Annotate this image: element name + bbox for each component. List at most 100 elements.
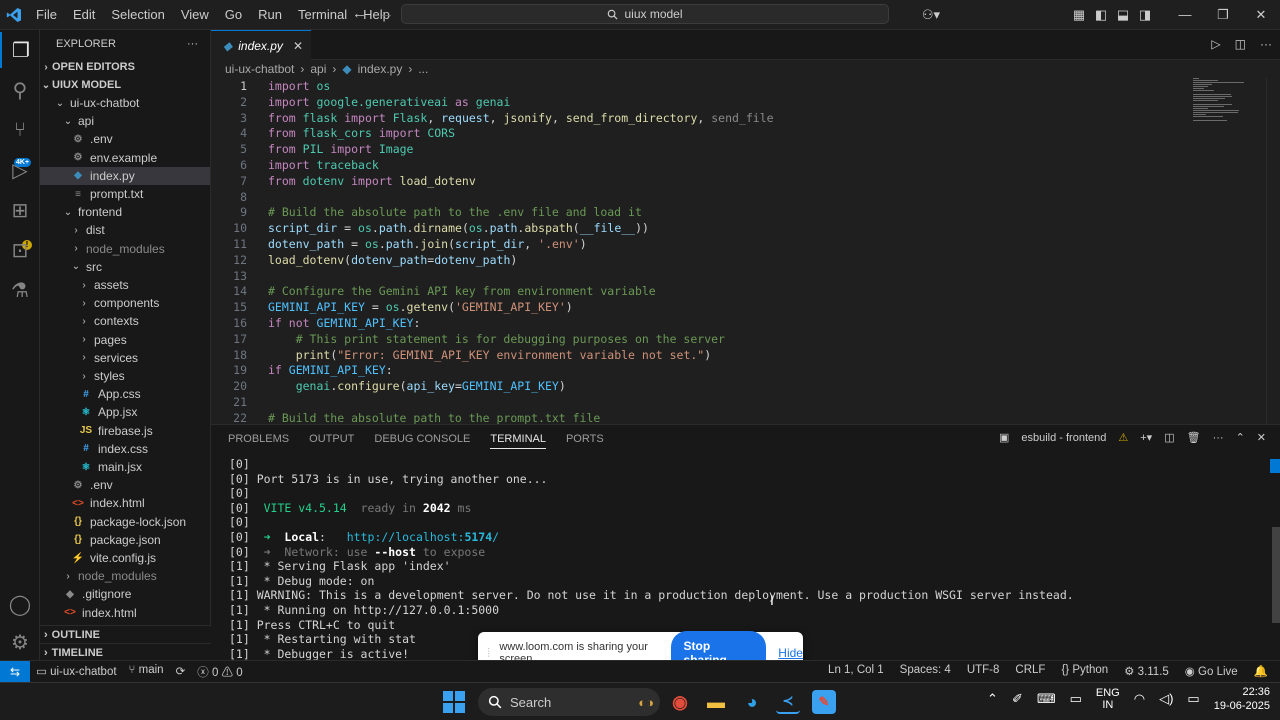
- tree-folder[interactable]: › pages: [40, 331, 210, 349]
- tree-folder[interactable]: › styles: [40, 367, 210, 385]
- toggle-panel-icon[interactable]: ⬓: [1112, 7, 1134, 23]
- tree-file[interactable]: ⚡ vite.config.js: [40, 549, 210, 567]
- panel-more-icon[interactable]: ···: [1213, 432, 1224, 444]
- toggle-secondary-sidebar-icon[interactable]: ◨: [1134, 7, 1156, 23]
- tab-index-py[interactable]: ◆ index.py ✕: [211, 30, 311, 60]
- run-debug-icon[interactable]: ▷: [0, 152, 40, 188]
- terminal-name[interactable]: esbuild - frontend: [1021, 432, 1106, 444]
- maximize-panel-icon[interactable]: ⌃: [1236, 431, 1245, 444]
- windows-start-icon[interactable]: [443, 691, 465, 713]
- menu-file[interactable]: File: [28, 7, 65, 22]
- restore-icon[interactable]: ❐: [1204, 7, 1242, 23]
- source-control-icon[interactable]: ⑂: [0, 112, 40, 148]
- python-interpreter[interactable]: ⚙ 3.11.5: [1124, 664, 1169, 678]
- extensions-icon[interactable]: ⊞: [0, 192, 40, 228]
- menu-edit[interactable]: Edit: [65, 7, 103, 22]
- tab-ports[interactable]: PORTS: [566, 433, 604, 445]
- tab-terminal[interactable]: TERMINAL: [490, 433, 546, 449]
- testing-icon[interactable]: ⚗: [0, 272, 40, 308]
- edge-icon[interactable]: ◕: [740, 690, 764, 714]
- tree-folder[interactable]: › node_modules: [40, 567, 210, 585]
- tree-file[interactable]: JS firebase.js: [40, 422, 210, 440]
- toggle-sidebar-icon[interactable]: ◧: [1090, 7, 1112, 23]
- terminal-scrollbar[interactable]: [1270, 459, 1280, 659]
- menu-terminal[interactable]: Terminal: [290, 7, 355, 22]
- tree-folder[interactable]: ⌄ api: [40, 112, 210, 130]
- tree-file[interactable]: {} package-lock.json: [40, 513, 210, 531]
- customize-layout-icon[interactable]: ▦: [1068, 7, 1090, 23]
- menu-run[interactable]: Run: [250, 7, 290, 22]
- taskbar-search[interactable]: Search ◐◑: [478, 688, 660, 716]
- tree-file[interactable]: # App.css: [40, 385, 210, 403]
- volume-icon[interactable]: ◁): [1159, 691, 1173, 707]
- problems-indicator[interactable]: ⓧ 0 ⚠ 0: [197, 664, 242, 680]
- search-icon[interactable]: ⚲: [0, 72, 40, 108]
- tree-file[interactable]: ⚛ App.jsx: [40, 403, 210, 421]
- remote-explorer-icon[interactable]: ⊡: [0, 232, 40, 268]
- sync-icon[interactable]: ⟳: [176, 664, 186, 680]
- branch-indicator[interactable]: ⑂ main: [129, 664, 164, 680]
- tab-output[interactable]: OUTPUT: [309, 433, 354, 445]
- editor-more-icon[interactable]: ···: [1260, 37, 1272, 51]
- command-center-search[interactable]: uiux model: [401, 4, 889, 24]
- close-window-icon[interactable]: ✕: [1242, 7, 1280, 23]
- tree-file[interactable]: ⚛ main.jsx: [40, 458, 210, 476]
- tree-file[interactable]: ◆ .gitignore: [40, 585, 210, 603]
- split-editor-icon[interactable]: ◫: [1235, 37, 1246, 51]
- hide-button[interactable]: Hide: [778, 646, 803, 660]
- pen-icon[interactable]: ✐: [1012, 691, 1023, 707]
- timeline-section[interactable]: › TIMELINE: [40, 643, 211, 661]
- tree-folder[interactable]: › components: [40, 294, 210, 312]
- language-mode[interactable]: {} Python: [1061, 664, 1108, 678]
- more-actions-icon[interactable]: ···: [187, 38, 198, 50]
- tree-folder[interactable]: › services: [40, 349, 210, 367]
- encoding[interactable]: UTF-8: [967, 664, 1000, 678]
- battery-icon[interactable]: ▭: [1187, 691, 1199, 707]
- tree-file[interactable]: ⚙ .env: [40, 130, 210, 148]
- keyboard-icon[interactable]: ⌨: [1037, 691, 1056, 707]
- tree-folder[interactable]: › dist: [40, 221, 210, 239]
- minimize-icon[interactable]: —: [1166, 7, 1204, 23]
- taskbar-app-icon[interactable]: ▭: [1070, 691, 1082, 707]
- tree-file[interactable]: <> index.html: [40, 604, 210, 622]
- split-terminal-icon[interactable]: ◫: [1164, 431, 1174, 444]
- explorer-icon[interactable]: ❐: [0, 32, 40, 68]
- menu-go[interactable]: Go: [217, 7, 250, 22]
- indentation[interactable]: Spaces: 4: [900, 664, 951, 678]
- kill-terminal-icon[interactable]: 🗑: [1187, 431, 1201, 444]
- close-tab-icon[interactable]: ✕: [293, 39, 303, 53]
- open-editors-section[interactable]: › OPEN EDITORS: [40, 58, 210, 76]
- show-hidden-icons-icon[interactable]: ⌃: [987, 691, 998, 707]
- remote-indicator-icon[interactable]: ⇆: [0, 660, 30, 683]
- tree-file[interactable]: ≡ prompt.txt: [40, 185, 210, 203]
- tree-file[interactable]: {} package.json: [40, 531, 210, 549]
- drag-handle-icon[interactable]: ⦙: [482, 646, 495, 661]
- code-editor[interactable]: 1 import os 2 import google.generativeai as…: [211, 78, 1280, 424]
- back-arrow-icon[interactable]: ←: [352, 5, 367, 22]
- tree-file[interactable]: # index.css: [40, 440, 210, 458]
- forward-arrow-icon[interactable]: →: [379, 5, 394, 22]
- workspace-section[interactable]: ⌄ UIUX MODEL: [40, 76, 210, 94]
- breadcrumb-item[interactable]: api: [310, 62, 326, 76]
- tree-folder[interactable]: ⌄ ui-ux-chatbot: [40, 94, 210, 112]
- outline-section[interactable]: › OUTLINE: [40, 625, 211, 643]
- new-terminal-icon[interactable]: +▾: [1140, 431, 1152, 444]
- line-ending[interactable]: CRLF: [1015, 664, 1045, 678]
- tree-file[interactable]: ⚙ env.example: [40, 149, 210, 167]
- tree-folder[interactable]: ⌄ frontend: [40, 203, 210, 221]
- clock[interactable]: 22:36 19-06-2025: [1214, 685, 1270, 713]
- tab-problems[interactable]: PROBLEMS: [228, 433, 289, 445]
- breadcrumb-item[interactable]: ui-ux-chatbot: [225, 62, 294, 76]
- menu-view[interactable]: View: [173, 7, 217, 22]
- breadcrumb-item[interactable]: index.py: [358, 62, 403, 76]
- tree-file[interactable]: ⚙ .env: [40, 476, 210, 494]
- cursor-position[interactable]: Ln 1, Col 1: [828, 664, 884, 678]
- run-python-icon[interactable]: ▷: [1211, 37, 1220, 51]
- tree-folder[interactable]: › node_modules: [40, 240, 210, 258]
- scrollbar-thumb[interactable]: [1272, 527, 1280, 623]
- close-panel-icon[interactable]: ✕: [1257, 431, 1266, 444]
- language-indicator[interactable]: ENG IN: [1096, 687, 1120, 711]
- tree-folder[interactable]: › assets: [40, 276, 210, 294]
- loom-taskbar-icon[interactable]: ✎: [812, 690, 836, 714]
- go-live-button[interactable]: ◉ Go Live: [1185, 664, 1238, 678]
